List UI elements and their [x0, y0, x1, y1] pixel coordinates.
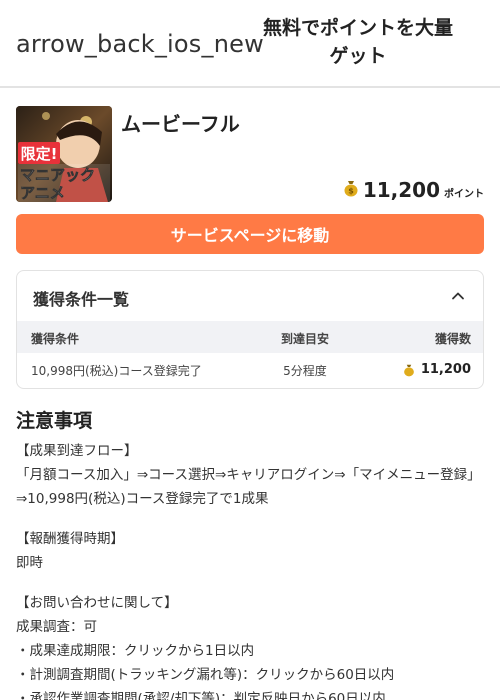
reward-text: 即時: [16, 555, 43, 571]
notes-section: 注意事項 【成果到達フロー】 「月額コース加入」⇒コース選択⇒キャリアログイン⇒…: [16, 406, 484, 700]
column-header-points: 獲得数: [434, 332, 471, 346]
contact-heading: 【お問い合わせに関して】: [16, 595, 178, 611]
flow-heading: 【成果到達フロー】: [16, 443, 138, 459]
thumbnail-image: 限定! マニアック アニメ: [16, 106, 112, 202]
table-row: 10,998円(税込)コース登録完了 5分程度 11,200: [17, 353, 483, 388]
reward-heading: 【報酬獲得時期】: [16, 531, 124, 547]
service-thumbnail: 限定! マニアック アニメ: [16, 106, 112, 202]
row-points-cell: 11,200: [403, 362, 471, 377]
flow-text: 「月額コース加入」⇒コース選択⇒キャリアログイン⇒「マイメニュー登録」⇒10,9…: [16, 467, 481, 507]
conditions-card: 獲得条件一覧 獲得条件 到達目安 獲得数 10,998円(税込)コース登録完了 …: [16, 270, 484, 389]
column-header-condition: 獲得条件: [31, 332, 80, 346]
contact-line-3: ・計測調査期間(トラッキング漏れ等)：クリックから60日以内: [16, 667, 395, 683]
chevron-up-icon: [452, 292, 464, 300]
thumbnail-label-1: 限定!: [21, 145, 58, 163]
row-points: 11,200: [420, 362, 471, 377]
column-header-eta: 到達目安: [280, 332, 329, 346]
contact-line-4: ・承認作業調査期間(承認/却下等)：判定反映日から60日以内: [16, 691, 386, 700]
thumbnail-label-2: マニアック: [20, 166, 95, 184]
conditions-table-header: 獲得条件 到達目安 獲得数: [17, 321, 483, 353]
points-display: $ 11,200 ポイント: [343, 178, 484, 202]
money-bag-icon: [403, 364, 414, 376]
service-name: ムービーフル: [121, 112, 240, 136]
row-eta: 5分程度: [283, 364, 327, 378]
contact-line-1: 成果調査：可: [16, 619, 97, 635]
thumbnail-label-3: アニメ: [20, 184, 65, 202]
points-value: 11,200: [362, 178, 440, 202]
points-unit: ポイント: [444, 189, 484, 200]
service-page-button[interactable]: サービスページに移動: [16, 214, 484, 254]
conditions-title: 獲得条件一覧: [33, 290, 130, 309]
notes-title: 注意事項: [16, 410, 93, 432]
notes-body: 【成果到達フロー】 「月額コース加入」⇒コース選択⇒キャリアログイン⇒「マイメニ…: [16, 439, 484, 700]
back-button[interactable]: arrow_back_ios_new: [16, 30, 264, 58]
svg-text:$: $: [348, 187, 354, 196]
app-header: arrow_back_ios_new 無料でポイントを大量ゲット: [0, 0, 500, 88]
conditions-toggle[interactable]: 獲得条件一覧: [17, 271, 483, 321]
money-bag-icon: $: [344, 181, 358, 197]
page-title: 無料でポイントを大量ゲット: [262, 17, 453, 67]
row-condition: 10,998円(税込)コース登録完了: [31, 364, 202, 378]
contact-line-2: ・成果達成期限：クリックから1日以内: [16, 643, 255, 659]
